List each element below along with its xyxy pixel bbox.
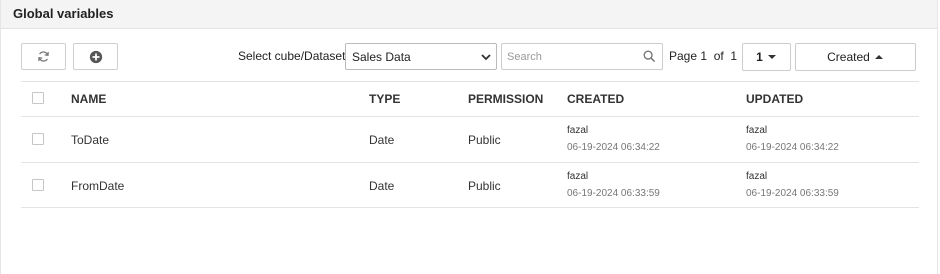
row-checkbox[interactable] xyxy=(32,179,44,191)
table-header-divider xyxy=(21,116,919,117)
row-created-at: 06-19-2024 06:34:22 xyxy=(567,142,660,153)
page-select-value: 1 xyxy=(756,50,763,64)
row-permission: Public xyxy=(468,133,501,147)
dataset-select-value: Sales Data xyxy=(352,49,411,64)
page-prefix: Page xyxy=(669,49,698,63)
row-updated-by: fazal xyxy=(746,171,768,182)
row-name[interactable]: ToDate xyxy=(71,133,109,147)
page-of: of xyxy=(713,49,724,63)
row-created-by: fazal xyxy=(567,125,589,136)
panel-header: Global variables xyxy=(0,0,938,29)
page-current: 1 xyxy=(700,49,708,63)
page-select-button[interactable]: 1 xyxy=(742,43,791,71)
column-header-created[interactable]: CREATED xyxy=(567,92,624,106)
column-header-updated[interactable]: UPDATED xyxy=(746,92,803,106)
row-created-at: 06-19-2024 06:33:59 xyxy=(567,188,660,199)
row-divider xyxy=(21,162,919,163)
column-header-name[interactable]: NAME xyxy=(71,92,106,106)
row-created-by: fazal xyxy=(567,171,589,182)
caret-up-icon xyxy=(874,55,883,59)
row-updated-at: 06-19-2024 06:34:22 xyxy=(746,142,839,153)
row-checkbox[interactable] xyxy=(32,133,44,145)
search-icon xyxy=(643,50,656,63)
row-updated-at: 06-19-2024 06:33:59 xyxy=(746,188,839,199)
dataset-select[interactable]: Sales Data xyxy=(345,43,497,70)
caret-down-icon xyxy=(767,55,776,59)
refresh-icon xyxy=(38,51,49,62)
row-name[interactable]: FromDate xyxy=(71,179,124,193)
table-top-divider xyxy=(21,81,919,82)
add-variable-button[interactable] xyxy=(73,43,118,70)
select-all-checkbox[interactable] xyxy=(32,92,44,104)
search-input[interactable]: Search xyxy=(501,43,663,70)
column-header-type[interactable]: TYPE xyxy=(369,92,400,106)
search-placeholder: Search xyxy=(507,50,542,63)
row-divider xyxy=(21,207,919,208)
page-total: 1 xyxy=(730,49,738,63)
chevron-down-icon xyxy=(481,54,491,61)
row-updated-by: fazal xyxy=(746,125,768,136)
refresh-button[interactable] xyxy=(21,43,66,70)
row-type: Date xyxy=(369,179,395,193)
row-permission: Public xyxy=(468,179,501,193)
dataset-label: Select cube/Dataset xyxy=(238,49,346,63)
sort-label: Created xyxy=(827,50,870,64)
pagination-text: Page 1 of 1 xyxy=(669,49,737,63)
panel-title: Global variables xyxy=(13,6,114,21)
plus-circle-icon xyxy=(89,50,102,63)
column-header-permission[interactable]: PERMISSION xyxy=(468,92,543,106)
row-type: Date xyxy=(369,133,395,147)
sort-created-button[interactable]: Created xyxy=(795,43,916,71)
